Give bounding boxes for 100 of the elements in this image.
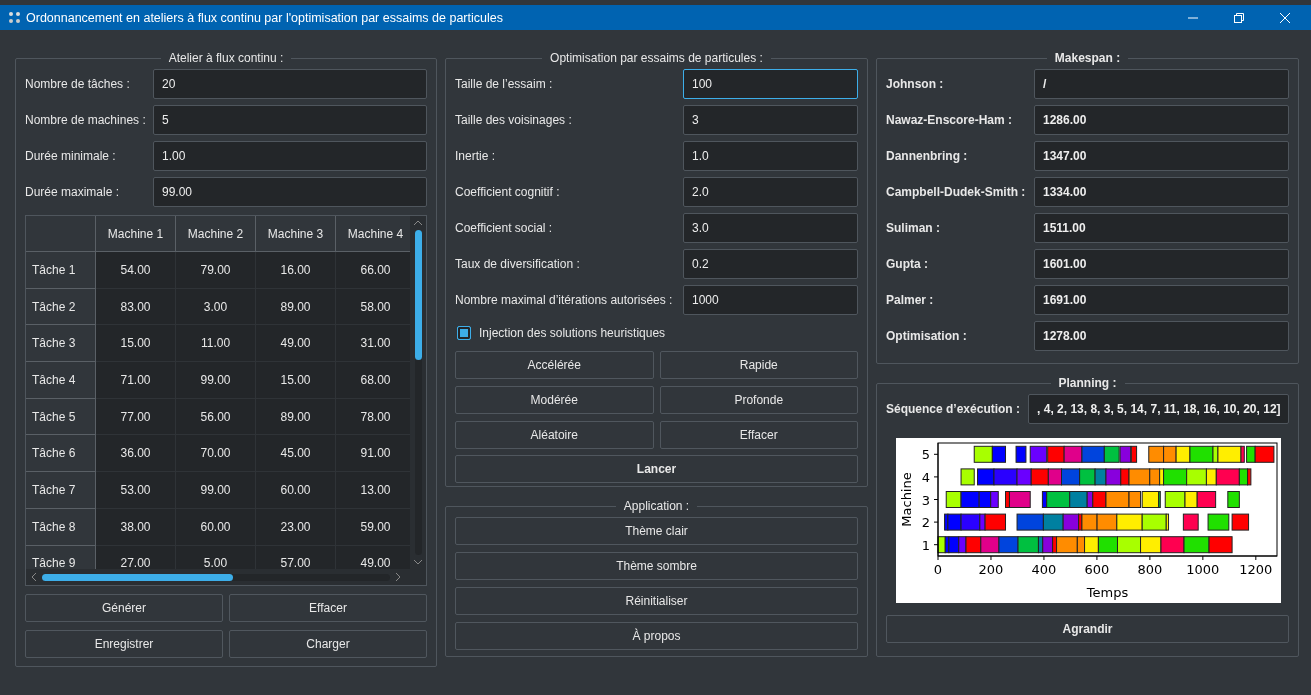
table-cell: 56.00	[176, 398, 256, 436]
caret-down-icon[interactable]	[413, 558, 423, 566]
action-button[interactable]: Rapide	[659, 351, 858, 379]
action-button[interactable]: Charger	[229, 630, 427, 658]
table-cell: 23.00	[256, 508, 336, 546]
row-header[interactable]: Tâche 6	[26, 435, 96, 473]
row-header[interactable]: Tâche 5	[26, 398, 96, 436]
table-cell: 16.00	[256, 252, 336, 289]
input-field[interactable]: 1691.00	[1034, 285, 1289, 315]
restore-icon[interactable]	[1233, 11, 1245, 24]
action-button[interactable]: Thème clair	[455, 517, 858, 545]
table-cell: 70.00	[176, 435, 256, 473]
field-label: Durée minimale :	[25, 149, 117, 163]
input-field[interactable]: 0.2	[683, 249, 858, 279]
column-header[interactable]: Machine 2	[176, 216, 256, 252]
row-header[interactable]: Tâche 4	[26, 362, 96, 399]
table-cell: 89.00	[256, 288, 336, 326]
input-field[interactable]: /	[1034, 69, 1289, 99]
tick-label: 0	[933, 562, 943, 577]
field-label: Coefficient social :	[455, 221, 554, 235]
row-header[interactable]: Tâche 9	[26, 545, 96, 569]
column-header[interactable]: Machine 4	[336, 216, 410, 252]
field-label: Taille de l’essaim :	[455, 77, 554, 91]
window-title: Ordonnancement en ateliers à flux continu par l'optimisation par essaims de particules	[26, 10, 504, 25]
row-header[interactable]: Tâche 2	[26, 288, 96, 326]
action-button[interactable]: Réinitialiser	[455, 587, 858, 615]
horizontal-scrollbar[interactable]	[26, 569, 426, 585]
action-button[interactable]: Enregistrer	[25, 630, 223, 658]
input-field[interactable]: 1.0	[683, 141, 858, 171]
action-button[interactable]: Effacer	[229, 594, 427, 622]
field-label: Nombre de machines :	[25, 113, 147, 127]
input-field[interactable]: , 4, 2, 13, 8, 3, 5, 14, 7, 11, 18, 16, 10, 20, 12]	[1028, 394, 1289, 424]
table-cell: 36.00	[96, 435, 176, 473]
table-cell: 15.00	[96, 325, 176, 363]
group-title: Optimisation par essaims de particules :	[549, 51, 764, 65]
table-cell: 79.00	[176, 252, 256, 289]
input-field[interactable]: 99.00	[153, 177, 427, 207]
scrollbar-thumb[interactable]	[42, 573, 234, 581]
column-header[interactable]: Machine 3	[256, 216, 336, 252]
row-header[interactable]: Tâche 3	[26, 325, 96, 363]
action-button[interactable]: Effacer	[659, 421, 858, 449]
tick-label: 800	[1137, 562, 1163, 577]
tick-label: 2	[921, 515, 930, 531]
input-field[interactable]: 1347.00	[1034, 141, 1289, 171]
caret-up-icon[interactable]	[413, 219, 423, 227]
launch-button[interactable]: Lancer	[455, 455, 858, 483]
caret-left-icon[interactable]	[30, 572, 38, 582]
field-label: Palmer :	[886, 293, 935, 307]
table-cell: 83.00	[96, 288, 176, 326]
input-field[interactable]: 3	[683, 105, 858, 135]
action-button[interactable]: Profonde	[659, 386, 858, 414]
action-button[interactable]: Générer	[25, 594, 223, 622]
table-cell: 60.00	[256, 472, 336, 509]
input-field[interactable]: 1601.00	[1034, 249, 1289, 279]
input-field[interactable]: 20	[153, 69, 427, 99]
row-header[interactable]: Tâche 1	[26, 252, 96, 289]
action-button[interactable]: Thème sombre	[455, 552, 858, 580]
tick-label: 1	[921, 537, 930, 553]
input-field[interactable]: 2.0	[683, 177, 858, 207]
group-title: Application :	[622, 499, 691, 513]
input-field[interactable]: 1511.00	[1034, 213, 1289, 243]
input-field[interactable]: 1278.00	[1034, 321, 1289, 351]
field-label: Durée maximale :	[25, 185, 121, 199]
action-button[interactable]: Aléatoire	[455, 421, 654, 449]
table-cell: 45.00	[256, 435, 336, 473]
input-field[interactable]: 5	[153, 105, 427, 135]
input-field[interactable]: 1000	[683, 285, 858, 315]
caret-right-icon[interactable]	[394, 572, 402, 582]
field-label: Gupta :	[886, 257, 929, 271]
column-header[interactable]: Machine 1	[96, 216, 176, 252]
action-button[interactable]: Modérée	[455, 386, 654, 414]
scrollbar-thumb[interactable]	[414, 230, 422, 360]
group-title: Planning :	[1057, 376, 1118, 390]
action-button[interactable]: À propos	[455, 622, 858, 650]
field-label: Dannenbring :	[886, 149, 969, 163]
table-cell: 60.00	[176, 508, 256, 546]
input-field[interactable]: 1334.00	[1034, 177, 1289, 207]
row-header[interactable]: Tâche 7	[26, 472, 96, 509]
field-label: Séquence d’exécution :	[886, 402, 1021, 416]
input-field[interactable]: 100	[683, 69, 858, 99]
table-cell: 53.00	[96, 472, 176, 509]
checkbox-label[interactable]: Injection des solutions heuristiques	[479, 326, 666, 340]
field-label: Campbell-Dudek-Smith :	[886, 185, 1027, 199]
checkbox[interactable]	[457, 326, 471, 340]
tick-label: 400	[1031, 562, 1057, 577]
group-title: Atelier à flux continu :	[167, 51, 285, 65]
tick-label: 1200	[1239, 562, 1273, 577]
field-label: Taux de diversification :	[455, 257, 581, 271]
tick-label: 4	[921, 469, 930, 485]
input-field[interactable]: 3.0	[683, 213, 858, 243]
field-label: Taille des voisinages :	[455, 113, 573, 127]
field-label: Coefficient cognitif :	[455, 185, 561, 199]
input-field[interactable]: 1.00	[153, 141, 427, 171]
action-button[interactable]: Accélérée	[455, 351, 654, 379]
table-cell: 89.00	[256, 398, 336, 436]
enlarge-button[interactable]: Agrandir	[886, 615, 1289, 643]
input-field[interactable]: 1286.00	[1034, 105, 1289, 135]
row-header[interactable]: Tâche 8	[26, 508, 96, 546]
vertical-scrollbar[interactable]	[410, 216, 426, 569]
close-icon[interactable]	[1279, 11, 1291, 24]
